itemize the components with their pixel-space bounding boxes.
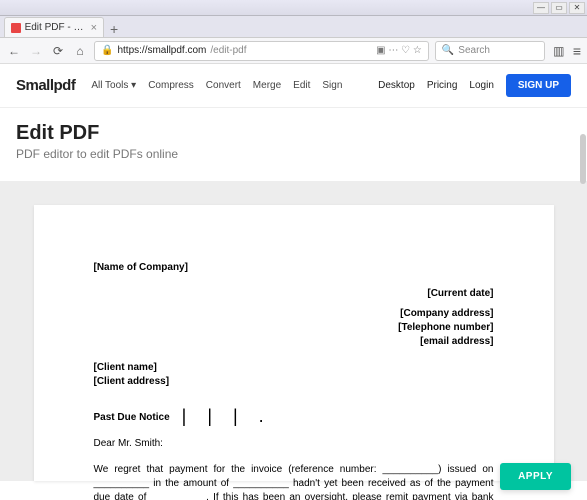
- main-menu: All Tools ▾ Compress Convert Merge Edit …: [91, 80, 342, 91]
- search-placeholder: Search: [458, 45, 490, 56]
- doc-body: We regret that payment for the invoice (…: [94, 463, 494, 500]
- reload-button[interactable]: ⟳: [50, 43, 66, 59]
- window-minimize-icon[interactable]: —: [533, 2, 549, 14]
- edit-cursor-icon: | | | .: [182, 411, 272, 421]
- doc-salutation: Dear Mr. Smith:: [94, 437, 494, 451]
- window-maximize-icon[interactable]: ▭: [551, 2, 567, 14]
- page-content: Smallpdf All Tools ▾ Compress Convert Me…: [0, 64, 587, 500]
- forward-button[interactable]: →: [28, 43, 44, 59]
- back-button[interactable]: ←: [6, 43, 22, 59]
- new-tab-button[interactable]: +: [104, 21, 124, 37]
- tab-title: Edit PDF - Free PDF Editor W…: [25, 22, 87, 33]
- doc-email: [email address]: [94, 335, 494, 349]
- favicon-icon: [11, 23, 21, 33]
- signup-button[interactable]: SIGN UP: [506, 74, 571, 97]
- doc-client-address: [Client address]: [94, 375, 494, 389]
- editor-area: [Name of Company] [Current date] [Compan…: [0, 181, 587, 481]
- document-preview[interactable]: [Name of Company] [Current date] [Compan…: [34, 205, 554, 481]
- link-login[interactable]: Login: [469, 80, 493, 91]
- apply-button[interactable]: APPLY: [500, 463, 571, 490]
- app-header: Smallpdf All Tools ▾ Compress Convert Me…: [0, 64, 587, 108]
- hero: Edit PDF PDF editor to edit PDFs online: [0, 108, 587, 181]
- right-menu: Desktop Pricing Login SIGN UP: [378, 74, 571, 97]
- menu-convert[interactable]: Convert: [206, 80, 241, 91]
- link-pricing[interactable]: Pricing: [427, 80, 458, 91]
- menu-sign[interactable]: Sign: [322, 80, 342, 91]
- address-bar[interactable]: 🔒 https://smallpdf.com/edit-pdf ▣ ⋯ ♡ ☆: [94, 41, 429, 61]
- browser-tab[interactable]: Edit PDF - Free PDF Editor W… ×: [4, 17, 104, 37]
- logo[interactable]: Smallpdf: [16, 77, 75, 94]
- link-desktop[interactable]: Desktop: [378, 80, 415, 91]
- doc-telephone: [Telephone number]: [94, 321, 494, 335]
- tab-close-icon[interactable]: ×: [91, 22, 97, 34]
- scrollbar-thumb[interactable]: [580, 134, 586, 184]
- menu-merge[interactable]: Merge: [253, 80, 281, 91]
- window-close-icon[interactable]: ✕: [569, 2, 585, 14]
- url-action-icons: ▣ ⋯ ♡ ☆: [376, 45, 422, 56]
- doc-current-date: [Current date]: [94, 287, 494, 301]
- menu-edit[interactable]: Edit: [293, 80, 310, 91]
- menu-compress[interactable]: Compress: [148, 80, 194, 91]
- lock-icon: 🔒: [101, 45, 113, 56]
- library-icon[interactable]: ▥: [551, 43, 567, 59]
- doc-past-due-label: Past Due Notice: [94, 411, 170, 425]
- doc-company-name: [Name of Company]: [94, 261, 494, 275]
- window-title-bar: — ▭ ✕: [0, 0, 587, 16]
- doc-company-address: [Company address]: [94, 307, 494, 321]
- browser-nav-bar: ← → ⟳ ⌂ 🔒 https://smallpdf.com/edit-pdf …: [0, 38, 587, 64]
- search-icon: 🔍: [442, 45, 454, 56]
- page-title: Edit PDF: [16, 122, 571, 145]
- browser-tab-bar: Edit PDF - Free PDF Editor W… × +: [0, 16, 587, 38]
- menu-all-tools[interactable]: All Tools ▾: [91, 80, 136, 91]
- url-host: https://smallpdf.com: [117, 45, 206, 56]
- search-box[interactable]: 🔍 Search: [435, 41, 545, 61]
- home-button[interactable]: ⌂: [72, 43, 88, 59]
- page-subtitle: PDF editor to edit PDFs online: [16, 147, 571, 161]
- menu-icon[interactable]: ≡: [573, 43, 581, 59]
- doc-client-name: [Client name]: [94, 361, 494, 375]
- url-path: /edit-pdf: [210, 45, 246, 56]
